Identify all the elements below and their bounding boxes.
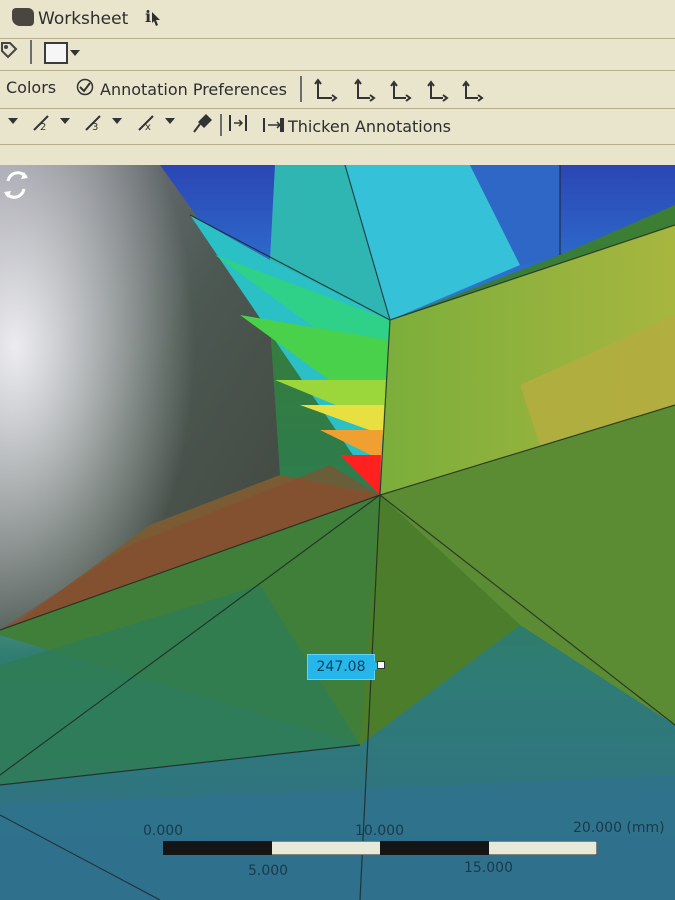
label-tool-icon[interactable]: 2 [30,112,58,134]
divider-vertical [300,76,302,102]
axis-tool-icon[interactable] [314,78,338,106]
align-icon[interactable] [226,112,250,134]
annotation-check-icon[interactable] [76,78,94,96]
chevron-down-icon[interactable] [112,118,122,124]
scale-label-15: 15.000 [464,860,513,876]
display-box-icon[interactable] [44,42,68,64]
scale-label-10: 10.000 [355,823,404,839]
probe-point[interactable] [377,661,385,669]
axis-tool-icon[interactable] [388,78,412,106]
axis-tool-icon[interactable] [352,78,376,106]
thicken-annotations-button[interactable]: Thicken Annotations [288,117,451,136]
svg-text:x: x [145,122,151,133]
scale-label-0: 0.000 [143,823,184,839]
tag-icon[interactable] [0,41,18,59]
label-tool-icon[interactable]: x [135,112,163,134]
divider-vertical [220,114,222,136]
contour-plot [0,165,675,900]
thicken-icon[interactable] [262,116,286,134]
axis-tool-icon[interactable] [425,78,449,106]
screen: Worksheet i Colors Annotation Preference… [0,0,675,900]
axis-tool-icon[interactable] [460,78,484,106]
toolbar-area: Worksheet i Colors Annotation Preference… [0,0,675,175]
scale-bar [163,841,597,855]
pin-icon[interactable] [190,112,214,134]
label-tool-icon[interactable]: 3 [82,112,110,134]
toolbar-divider-4 [0,144,675,145]
chevron-down-icon[interactable] [8,118,18,124]
probe-value-label[interactable]: 247.08 [307,654,375,680]
graphics-viewport[interactable]: 247.08 0.000 10.000 20.000 (mm) 5.000 15… [0,165,675,900]
toolbar-divider-1 [0,38,675,39]
toolbar-divider-2 [0,70,675,71]
chevron-down-icon[interactable] [60,118,70,124]
svg-text:i: i [145,7,151,26]
rotate-icon[interactable] [0,165,32,205]
scale-label-20: 20.000 (mm) [573,820,665,836]
toolbar-divider-3 [0,108,675,109]
chevron-down-icon[interactable] [70,50,80,56]
chevron-down-icon[interactable] [165,118,175,124]
colors-menu[interactable]: Colors [6,78,56,97]
annotation-preferences-button[interactable]: Annotation Preferences [100,80,287,99]
worksheet-icon[interactable] [12,8,34,26]
divider-vertical [30,40,32,64]
svg-text:3: 3 [92,122,98,133]
scale-label-5: 5.000 [248,863,289,879]
svg-text:2: 2 [40,122,46,133]
worksheet-tab[interactable]: Worksheet [38,9,128,29]
info-probe-icon[interactable]: i [144,6,166,28]
